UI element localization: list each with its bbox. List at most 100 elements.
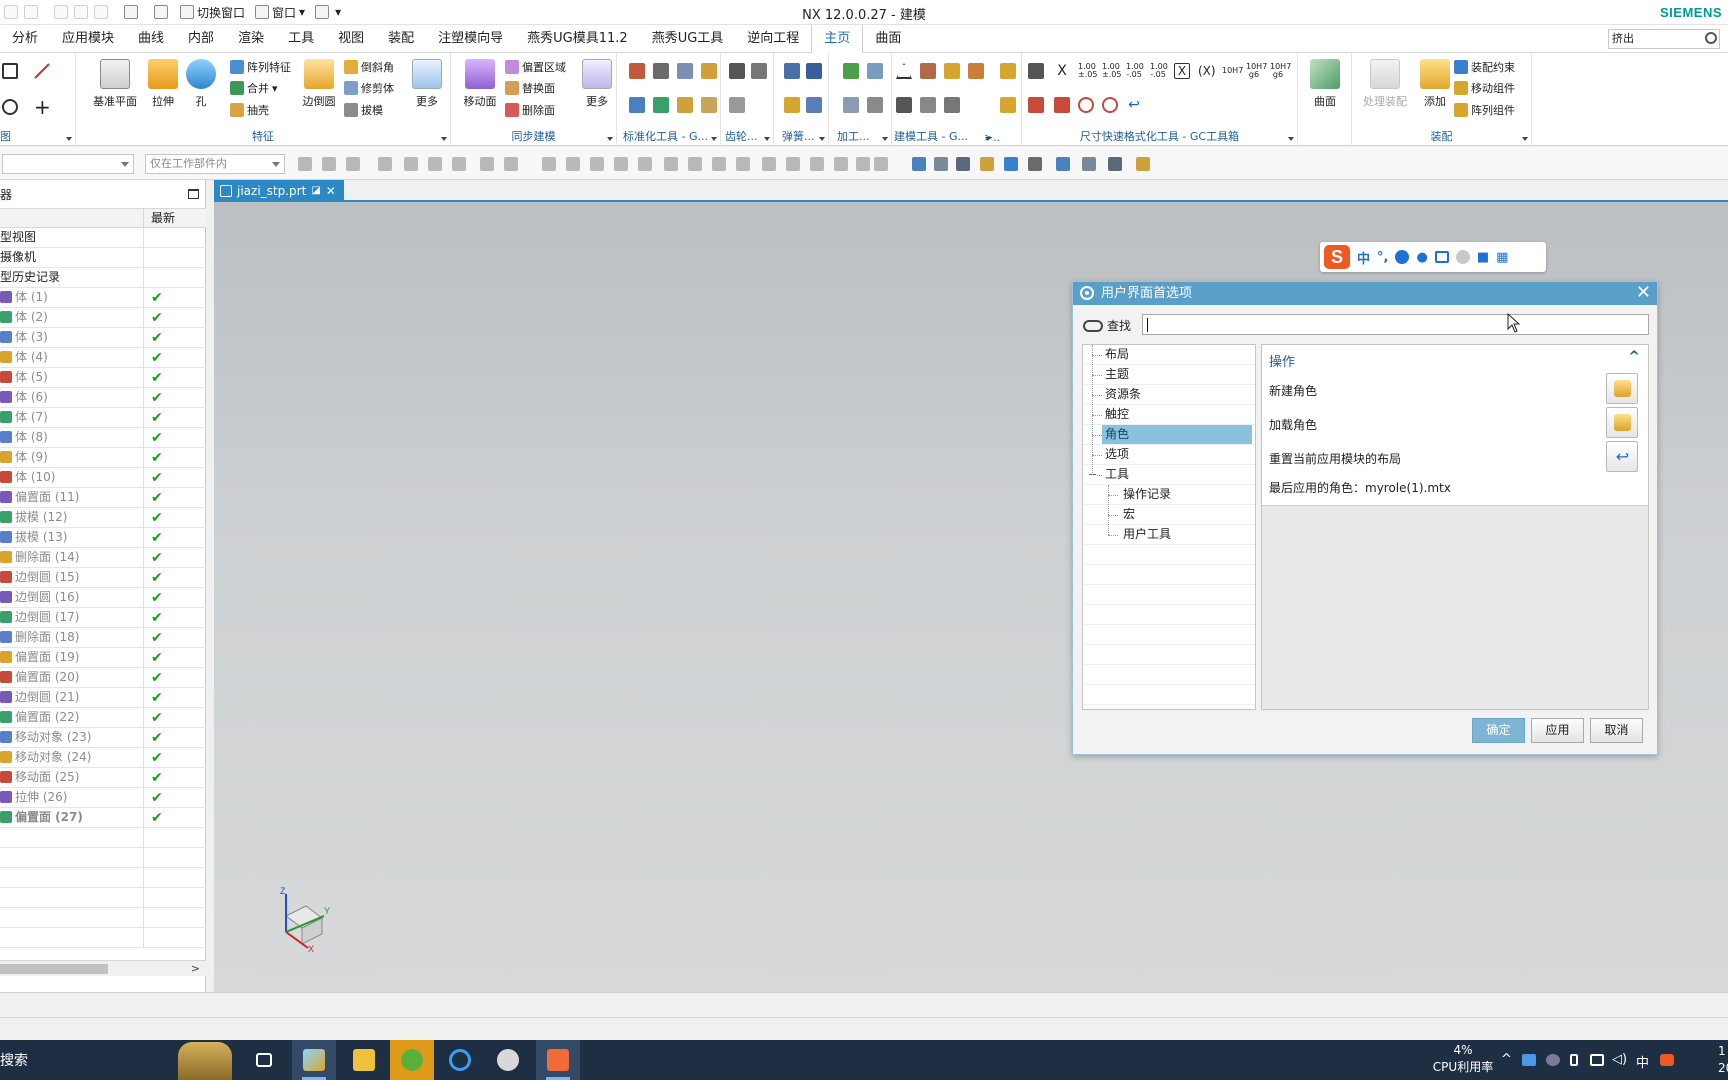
more-sync-button[interactable]: 更多 xyxy=(572,57,622,109)
navigator-row[interactable]: 摄像机 xyxy=(0,248,206,268)
navigator-row[interactable]: 体 (5) ✔ xyxy=(0,368,206,388)
navigator-row[interactable]: 删除面 (14) ✔ xyxy=(0,548,206,568)
chevron-down-icon[interactable] xyxy=(764,137,770,141)
tolerance-icon[interactable]: 1.00 -.05 xyxy=(1126,63,1144,79)
tolerance-icon[interactable]: 1.00 ±.05 xyxy=(1102,63,1121,79)
clock[interactable]: 1 202 xyxy=(1718,1043,1728,1077)
navigator-row[interactable]: 拔模 (12) ✔ xyxy=(0,508,206,528)
selection-tool-icon[interactable] xyxy=(378,157,392,171)
close-icon[interactable]: ✕ xyxy=(1636,282,1651,304)
taskbar-nx-app[interactable] xyxy=(292,1040,336,1080)
apply-button[interactable]: 应用 xyxy=(1531,718,1584,743)
chevron-up-icon[interactable]: ^ xyxy=(1628,349,1640,365)
selection-tool-icon[interactable] xyxy=(638,157,652,171)
window-menu-button[interactable]: 窗口 ▾ xyxy=(255,4,305,21)
draft-button[interactable]: 拔模 xyxy=(344,102,383,118)
selection-tool-icon[interactable] xyxy=(428,157,442,171)
selection-tool-icon[interactable] xyxy=(664,157,678,171)
app-tray-icon[interactable] xyxy=(1546,1054,1560,1066)
user-icon[interactable] xyxy=(1455,250,1470,264)
taskbar-browser[interactable] xyxy=(438,1040,482,1080)
spring-icon[interactable] xyxy=(806,97,822,113)
assembly-constraint-button[interactable]: 装配约束 xyxy=(1454,59,1515,75)
selection-tool-icon[interactable] xyxy=(956,157,970,171)
std-part-icon[interactable] xyxy=(701,97,717,113)
tab-7[interactable]: 装配 xyxy=(376,25,426,53)
navigator-row[interactable]: 移动对象 (24) ✔ xyxy=(0,748,206,768)
offset-region-button[interactable]: 偏置区域 xyxy=(505,59,566,75)
gear-icon[interactable] xyxy=(751,63,767,79)
paste-icon[interactable] xyxy=(94,5,108,19)
pattern-feature-button[interactable]: 阵列特征 xyxy=(230,59,291,75)
selection-tool-icon[interactable] xyxy=(980,157,994,171)
pattern-component-button[interactable]: 阵列组件 xyxy=(1454,102,1515,118)
network-icon[interactable] xyxy=(1590,1054,1604,1066)
navigator-row[interactable]: 删除面 (18) ✔ xyxy=(0,628,206,648)
ref-x-icon[interactable]: (X) xyxy=(1198,63,1216,79)
taskbar-search[interactable]: 搜索 xyxy=(0,1050,28,1070)
navigator-row[interactable]: 移动面 (25) ✔ xyxy=(0,768,206,788)
selection-tool-icon[interactable] xyxy=(874,157,888,171)
navigator-row[interactable]: 偏置面 (19) ✔ xyxy=(0,648,206,668)
spring-icon[interactable] xyxy=(784,63,800,79)
navigator-row[interactable]: 体 (10) ✔ xyxy=(0,468,206,488)
gear-icon[interactable] xyxy=(729,97,745,113)
rectangle-icon[interactable] xyxy=(2,63,18,79)
onedrive-icon[interactable] xyxy=(1522,1054,1536,1066)
selection-tool-icon[interactable] xyxy=(614,157,628,171)
chevron-right-icon[interactable]: > xyxy=(191,962,200,975)
selection-tool-icon[interactable] xyxy=(298,157,312,171)
selection-tool-icon[interactable] xyxy=(1056,157,1070,171)
taskbar-app-green[interactable] xyxy=(390,1040,434,1080)
load-role-button[interactable] xyxy=(1606,407,1638,438)
navigator-row[interactable]: 体 (7) ✔ xyxy=(0,408,206,428)
navigator-row[interactable]: 边倒圆 (17) ✔ xyxy=(0,608,206,628)
ok-button[interactable]: 确定 xyxy=(1472,718,1525,743)
selection-tool-icon[interactable] xyxy=(566,157,580,171)
redo-icon[interactable] xyxy=(24,5,38,19)
ime-indicator[interactable]: 中 xyxy=(1636,1052,1649,1071)
keyboard-icon[interactable] xyxy=(1434,251,1449,263)
return-icon[interactable]: ↩ xyxy=(1126,97,1142,113)
undo-icon[interactable] xyxy=(4,5,18,19)
maximize-icon[interactable] xyxy=(188,189,199,199)
tab-0[interactable]: 分析 xyxy=(0,25,50,53)
tab-10[interactable]: 燕秀UG工具 xyxy=(640,25,736,53)
selection-tool-icon[interactable] xyxy=(1082,157,1096,171)
tree-item[interactable]: − 工具 xyxy=(1083,465,1255,485)
tab-12[interactable]: 主页 xyxy=(811,25,864,54)
toolbox-icon[interactable]: ▦ xyxy=(1496,250,1508,265)
fit-icon[interactable]: 10H7 g6 xyxy=(1270,63,1291,79)
selection-tool-icon[interactable] xyxy=(1004,157,1018,171)
repeat-command-icon[interactable] xyxy=(154,5,168,19)
spring-icon[interactable] xyxy=(806,63,822,79)
gear-icon[interactable] xyxy=(729,63,745,79)
microphone-icon[interactable] xyxy=(1570,1054,1578,1066)
tree-item[interactable]: 选项 xyxy=(1083,445,1255,465)
navigator-row[interactable]: 边倒圆 (16) ✔ xyxy=(0,588,206,608)
tool-icon[interactable] xyxy=(896,97,912,113)
selection-tool-icon[interactable] xyxy=(762,157,776,171)
tool-icon[interactable] xyxy=(920,97,936,113)
tab-3[interactable]: 内部 xyxy=(176,25,226,53)
type-filter-dropdown[interactable] xyxy=(2,154,134,174)
ime-punctuation-toggle[interactable]: °, xyxy=(1377,250,1388,265)
navigator-row[interactable]: 偏置面 (11) ✔ xyxy=(0,488,206,508)
selection-tool-icon[interactable] xyxy=(856,157,870,171)
selection-tool-icon[interactable] xyxy=(590,157,604,171)
chevron-down-icon[interactable] xyxy=(1288,137,1294,141)
copy-icon[interactable] xyxy=(74,5,88,19)
std-part-icon[interactable] xyxy=(701,63,717,79)
fit-icon[interactable]: 10H7 xyxy=(1222,63,1243,79)
dim-icon[interactable] xyxy=(1028,63,1044,79)
selection-tool-icon[interactable] xyxy=(810,157,824,171)
tree-item[interactable]: 资源条 xyxy=(1083,385,1255,405)
navigator-row[interactable]: 拔模 (13) ✔ xyxy=(0,528,206,548)
fit-icon[interactable]: 10H7 g6 xyxy=(1246,63,1267,79)
selection-tool-icon[interactable] xyxy=(346,157,360,171)
add-component-button[interactable]: 添加 xyxy=(1412,57,1458,109)
hole-button[interactable]: 孔 xyxy=(176,57,226,109)
selection-tool-icon[interactable] xyxy=(452,157,466,171)
tool-icon[interactable] xyxy=(1000,97,1016,113)
selection-tool-icon[interactable] xyxy=(912,157,926,171)
